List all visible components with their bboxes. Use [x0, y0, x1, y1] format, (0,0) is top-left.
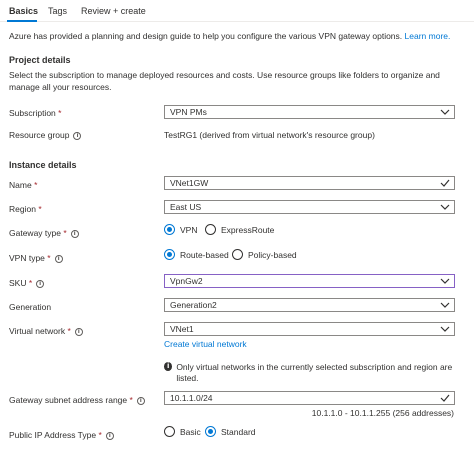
required-mark: *: [129, 395, 133, 405]
radio-selected: [205, 426, 216, 437]
sku-dropdown[interactable]: VpnGw2: [164, 274, 455, 288]
name-input[interactable]: VNet1GW: [164, 176, 455, 190]
learn-more-link[interactable]: Learn more.: [405, 31, 451, 41]
required-mark: *: [98, 430, 102, 440]
virtual-network-note-text: Only virtual networks in the currently s…: [176, 362, 453, 383]
virtual-network-dropdown[interactable]: VNet1: [164, 322, 455, 336]
required-mark: *: [47, 253, 51, 263]
radio-unselected: [164, 426, 175, 437]
tab-bar: Basics Tags Review + create: [0, 0, 474, 22]
radio-selected: [164, 224, 175, 235]
active-tab-indicator: [7, 20, 37, 22]
gateway-type-vpn-radio[interactable]: VPN: [164, 224, 197, 235]
vpn-type-policy-based-radio[interactable]: Policy-based: [232, 249, 297, 260]
vpn-type-label: VPN type * i: [9, 253, 63, 263]
radio-unselected: [205, 224, 216, 235]
gateway-subnet-range: 10.1.1.0 - 10.1.1.255 (256 addresses): [311, 408, 454, 418]
public-ip-standard-radio[interactable]: Standard: [205, 426, 256, 437]
tab-review-create[interactable]: Review + create: [81, 6, 146, 16]
chevron-down-icon: [440, 302, 450, 308]
chevron-down-icon: [440, 326, 450, 332]
sku-label: SKU * i: [9, 278, 45, 288]
tab-tags[interactable]: Tags: [48, 6, 67, 16]
required-mark: *: [63, 228, 67, 238]
region-label: Region *: [9, 204, 42, 214]
resource-group-label: Resource group i: [9, 130, 82, 140]
virtual-network-label: Virtual network * i: [9, 326, 83, 336]
generation-dropdown[interactable]: Generation2: [164, 298, 455, 312]
info-icon[interactable]: i: [70, 229, 79, 238]
gateway-subnet-label: Gateway subnet address range * i: [9, 395, 145, 405]
project-details-title: Project details: [9, 55, 71, 65]
chevron-down-icon: [440, 109, 450, 115]
gateway-type-expressroute-radio[interactable]: ExpressRoute: [205, 224, 274, 235]
info-icon[interactable]: i: [136, 396, 145, 405]
radio-selected: [164, 249, 175, 260]
gateway-type-label: Gateway type * i: [9, 228, 79, 238]
intro-text: Azure has provided a planning and design…: [9, 31, 450, 41]
info-icon[interactable]: i: [73, 131, 82, 140]
resource-group-value: TestRG1 (derived from virtual network's …: [164, 130, 375, 140]
required-mark: *: [28, 278, 33, 288]
gateway-subnet-input[interactable]: 10.1.1.0/24: [164, 391, 455, 405]
public-ip-type-label: Public IP Address Type * i: [9, 430, 114, 440]
subscription-label: Subscription *: [9, 108, 62, 118]
vpn-type-route-based-radio[interactable]: Route-based: [164, 249, 229, 260]
intro-description: Azure has provided a planning and design…: [9, 31, 403, 41]
info-icon[interactable]: i: [36, 279, 45, 288]
required-mark: *: [34, 180, 38, 190]
required-mark: *: [58, 108, 62, 118]
region-dropdown[interactable]: East US: [164, 200, 455, 214]
project-details-description: Select the subscription to manage deploy…: [9, 70, 440, 92]
generation-label: Generation: [9, 302, 52, 312]
info-icon: i: [164, 362, 173, 371]
checkmark-icon: [440, 179, 450, 187]
required-mark: *: [67, 326, 71, 336]
info-icon[interactable]: i: [74, 327, 83, 336]
subscription-dropdown[interactable]: VPN PMs: [164, 105, 455, 119]
name-label: Name *: [9, 180, 38, 190]
create-virtual-network-link[interactable]: Create virtual network: [164, 339, 247, 349]
chevron-down-icon: [440, 204, 450, 210]
info-icon[interactable]: i: [105, 431, 114, 440]
chevron-down-icon: [440, 278, 450, 284]
virtual-network-note: i Only virtual networks in the currently…: [164, 362, 454, 384]
required-mark: *: [38, 204, 42, 214]
radio-unselected: [232, 249, 243, 260]
info-icon[interactable]: i: [54, 254, 63, 263]
tab-basics[interactable]: Basics: [9, 6, 38, 16]
public-ip-basic-radio[interactable]: Basic: [164, 426, 201, 437]
checkmark-icon: [440, 394, 450, 402]
instance-details-title: Instance details: [9, 160, 77, 170]
